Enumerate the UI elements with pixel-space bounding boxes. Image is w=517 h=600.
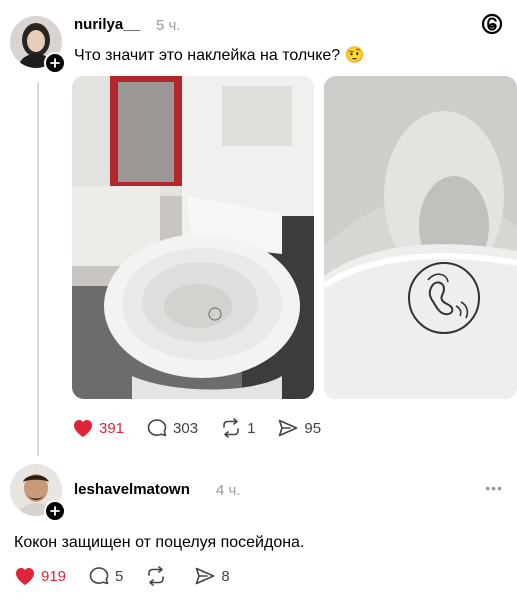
- comment-count: 303: [173, 419, 199, 437]
- reply-repost-button[interactable]: [145, 566, 172, 586]
- reply-username[interactable]: leshavelmatown: [74, 481, 190, 498]
- reply-like-count: 919: [41, 567, 67, 585]
- follow-plus-icon[interactable]: [44, 52, 66, 74]
- heart-icon: [16, 568, 34, 585]
- post-image-sticker[interactable]: [324, 76, 517, 399]
- reply-comment-button[interactable]: 5: [88, 566, 123, 586]
- comment-bubble-icon: [89, 567, 109, 585]
- reply-text: Кокон защищен от поцелуя посейдона.: [14, 534, 305, 551]
- threads-logo-icon[interactable]: [481, 12, 503, 41]
- reply-like-button[interactable]: 919: [14, 566, 66, 586]
- reply-actions: 919 5 8: [14, 566, 252, 586]
- post-time: 5 ч.: [156, 17, 181, 34]
- post-username[interactable]: nurilya__: [74, 16, 140, 33]
- comment-button[interactable]: 303: [146, 418, 198, 438]
- repost-icon: [148, 566, 165, 586]
- like-button[interactable]: 391: [72, 418, 124, 438]
- reply-share-button[interactable]: 8: [194, 566, 230, 586]
- share-count: 95: [304, 419, 322, 437]
- repost-count: 1: [247, 419, 256, 437]
- more-dots-icon[interactable]: •••: [485, 480, 503, 496]
- repost-icon: [223, 418, 239, 438]
- reply-time: 4 ч.: [216, 482, 241, 499]
- post-image-toilet[interactable]: [72, 76, 314, 399]
- like-count: 391: [99, 419, 125, 437]
- reply-follow-plus-icon[interactable]: [44, 500, 66, 522]
- send-icon: [279, 419, 298, 437]
- share-button[interactable]: 95: [277, 418, 321, 438]
- post-text: Что значит это наклейка на толчке? 🤨: [74, 47, 365, 64]
- repost-button[interactable]: 1: [220, 418, 255, 438]
- comment-bubble-icon: [147, 419, 167, 437]
- post-actions: 391 303 1 95: [72, 418, 343, 438]
- thread-line: [37, 82, 39, 456]
- reply-share-count: 8: [221, 567, 230, 585]
- heart-icon: [74, 420, 92, 437]
- send-icon: [196, 567, 215, 585]
- reply-comment-count: 5: [115, 567, 124, 585]
